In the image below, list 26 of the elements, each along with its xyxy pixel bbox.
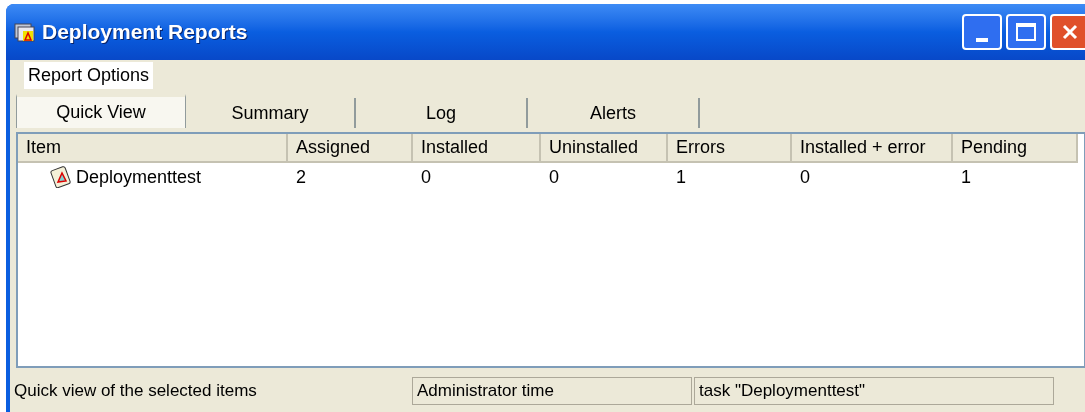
close-button[interactable] [1050, 14, 1085, 50]
tab[interactable]: Quick View [16, 94, 186, 128]
column-header[interactable]: Item [18, 134, 288, 163]
status-text: Administrator time [412, 377, 692, 405]
reports-icon [14, 22, 36, 42]
status-text: task "Deploymenttest" [694, 377, 1054, 405]
table-cell: 1 [676, 166, 686, 187]
table-cell-text: Deploymenttest [76, 165, 202, 189]
column-header[interactable]: Installed + error [792, 134, 953, 163]
package-icon [50, 166, 72, 188]
close-icon [1061, 23, 1079, 41]
table-cell: 0 [421, 166, 431, 187]
column-header[interactable]: Uninstalled [541, 134, 668, 163]
window-title: Deployment Reports [42, 19, 248, 46]
column-header[interactable]: Errors [668, 134, 792, 163]
status-text: Quick view of the selected items [13, 380, 258, 403]
column-header[interactable]: Assigned [288, 134, 413, 163]
column-header[interactable]: Pending [953, 134, 1078, 163]
table-cell: 2 [296, 166, 306, 187]
table-cell: 1 [961, 166, 971, 187]
table-cell: 0 [800, 166, 810, 187]
minimize-button[interactable] [962, 14, 1002, 50]
table-cell: 0 [549, 166, 559, 187]
menu-item[interactable]: Report Options [24, 61, 154, 89]
maximize-button[interactable] [1006, 14, 1046, 50]
column-header[interactable]: Installed [413, 134, 541, 163]
